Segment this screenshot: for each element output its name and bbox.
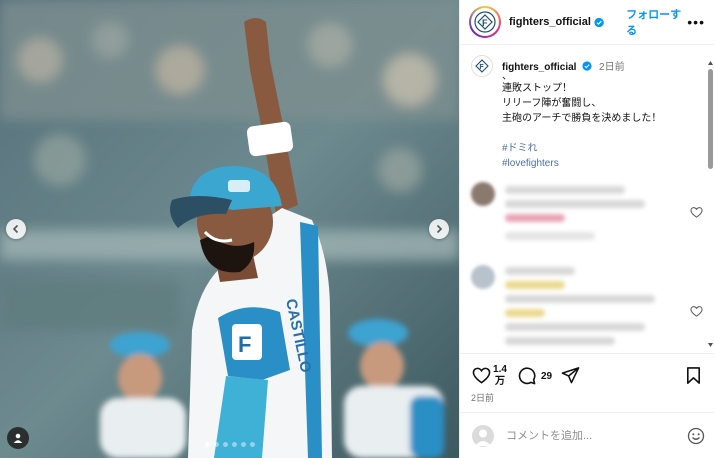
default-user-icon	[475, 429, 491, 446]
like-button[interactable]	[472, 366, 491, 390]
caption-line: 主砲のアーチで勝負を決めました！	[502, 113, 662, 124]
fighters-logo-icon: F	[475, 59, 489, 73]
hashtag-link[interactable]: #ドミれ	[502, 141, 702, 156]
commenter-avatar[interactable]	[471, 182, 495, 206]
comment-count: 29	[541, 371, 553, 382]
verified-badge-icon	[594, 17, 604, 27]
smiley-icon[interactable]	[687, 427, 705, 445]
comment-like-icon[interactable]	[690, 206, 703, 219]
caption-username[interactable]: fighters_official	[502, 62, 576, 73]
fighters-logo-icon: F	[474, 11, 496, 33]
post-photo[interactable]: F CASTILLO	[0, 0, 459, 458]
more-options-button[interactable]: •••	[687, 14, 705, 30]
post-date[interactable]: 2日前	[471, 391, 494, 404]
comments-section[interactable]: F fighters_official 2日前 、 連敗ストップ！ リリーフ陣が…	[460, 45, 714, 353]
caption-time: 2日前	[599, 62, 625, 73]
carousel-dot	[249, 442, 255, 447]
svg-text:F: F	[238, 332, 251, 357]
carousel-dot	[204, 442, 210, 447]
caption-line: リリーフ陣が奮闘し、	[502, 98, 602, 109]
account-username[interactable]: fighters_official	[509, 16, 591, 28]
post-header: F fighters_official フォローする •••	[460, 0, 714, 45]
chevron-left-icon	[12, 224, 19, 234]
caption-line: 連敗ストップ！	[502, 83, 572, 94]
scrollbar-thumb[interactable]	[708, 69, 713, 169]
svg-text:F: F	[482, 18, 488, 28]
caption-line: 、	[502, 71, 512, 82]
paper-plane-icon	[561, 367, 580, 384]
comments-scrollbar[interactable]	[707, 59, 714, 351]
caption-avatar[interactable]: F	[471, 55, 493, 77]
svg-text:F: F	[479, 64, 484, 71]
like-count[interactable]: 1.4 万	[493, 364, 507, 388]
comment-button[interactable]	[517, 366, 536, 390]
player-photo-illustration: F CASTILLO	[0, 0, 459, 458]
scroll-up-arrow-icon[interactable]	[707, 59, 714, 67]
instagram-post: F CASTILLO F fighters_official フォローする ••…	[0, 0, 714, 458]
next-photo-button[interactable]	[429, 219, 449, 239]
post-side-panel: F fighters_official フォローする ••• F fighter…	[459, 0, 714, 458]
like-count-number: 1.4	[493, 364, 507, 375]
save-button[interactable]	[684, 366, 703, 390]
carousel-dot	[222, 442, 228, 447]
post-actions: 1.4 万 29 2日前	[460, 353, 714, 403]
scroll-down-arrow-icon[interactable]	[707, 341, 714, 349]
verified-badge-icon	[582, 61, 592, 71]
bookmark-icon	[686, 367, 701, 384]
speech-bubble-icon	[518, 367, 536, 385]
account-avatar[interactable]: F	[469, 6, 501, 38]
current-user-avatar	[472, 424, 494, 447]
chevron-right-icon	[436, 224, 443, 234]
caption-text: 、 連敗ストップ！ リリーフ陣が奮闘し、 主砲のアーチで勝負を決めました！ #ド…	[502, 71, 702, 171]
previous-photo-button[interactable]	[6, 219, 26, 239]
comment-input[interactable]	[506, 429, 676, 442]
heart-icon	[472, 367, 491, 384]
carousel-indicator	[0, 442, 459, 447]
hashtag-link[interactable]: #lovefighters	[502, 156, 702, 171]
add-comment-bar	[460, 412, 714, 458]
carousel-dot	[213, 442, 219, 447]
follow-button[interactable]: フォローする	[626, 6, 687, 38]
carousel-dot	[240, 442, 246, 447]
carousel-dot	[231, 442, 237, 447]
commenter-avatar[interactable]	[471, 265, 495, 289]
comment-like-icon[interactable]	[690, 305, 703, 318]
share-button[interactable]	[561, 366, 580, 390]
like-count-unit: 万	[495, 376, 505, 387]
